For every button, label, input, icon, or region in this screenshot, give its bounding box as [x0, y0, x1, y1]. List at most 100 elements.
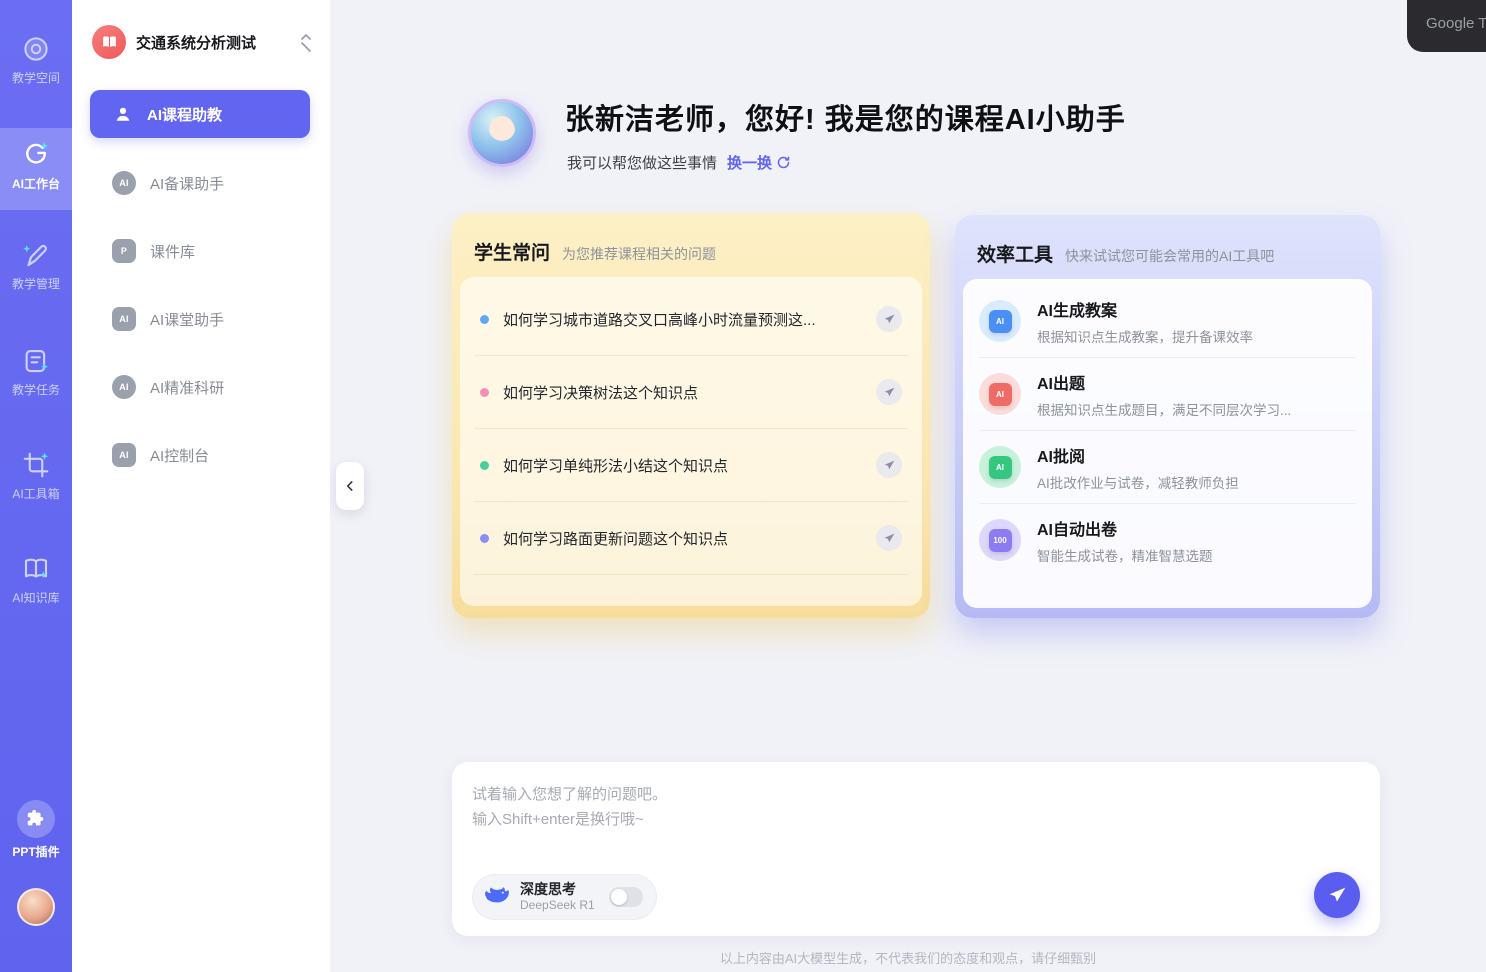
course-switch-chevrons-icon[interactable]: [298, 31, 314, 53]
ask-question-button[interactable]: [876, 452, 902, 478]
greeting-title: 张新洁老师，您好! 我是您的课程AI小助手: [565, 96, 1126, 138]
ask-question-button[interactable]: [876, 525, 902, 551]
rail-item-label: 教学空间: [12, 69, 60, 86]
ppt-plugin-label: PPT插件: [12, 843, 59, 860]
app-window: 教学空间 AI工作台 教学管理 教学任务: [0, 0, 1486, 972]
sidebar-item-label: AI课程助教: [147, 104, 222, 125]
faq-question-text: 如何学习城市道路交叉口高峰小时流量预测这...: [503, 309, 876, 330]
ask-question-button[interactable]: [876, 306, 902, 332]
sidebar-collapse-button[interactable]: [336, 462, 364, 510]
tool-item-exam-gen[interactable]: 100 AI自动出卷 智能生成试卷，精准智慧选题: [979, 504, 1356, 576]
tool-description: 根据知识点生成教案，提升备课效率: [1037, 326, 1253, 346]
user-avatar[interactable]: [17, 888, 55, 926]
bullet-dot: [480, 534, 489, 543]
sidebar-item-ai-research[interactable]: AI AI精准科研: [90, 367, 310, 407]
rail-item-teaching-task[interactable]: 教学任务: [0, 346, 72, 398]
sidebar-item-ai-console[interactable]: AI AI控制台: [90, 435, 310, 475]
faq-question-text: 如何学习路面更新问题这个知识点: [503, 528, 876, 549]
rail-item-label: 教学管理: [12, 275, 60, 292]
deep-think-pill[interactable]: 深度思考 DeepSeek R1: [472, 874, 657, 920]
faq-list: 如何学习城市道路交叉口高峰小时流量预测这... 如何学习决策树法这个知识点 如何…: [460, 277, 922, 606]
send-icon: [883, 532, 896, 545]
ai-toolbox-icon: [21, 450, 51, 480]
send-icon: [1327, 885, 1348, 906]
tool-item-grading[interactable]: AI AI批阅 AI批改作业与试卷，减轻教师负担: [979, 431, 1356, 504]
tool-title: AI出题: [1037, 370, 1291, 394]
sidebar-item-label: AI备课助手: [150, 173, 224, 194]
greeting-subtitle: 我可以帮您做这些事情: [567, 152, 717, 173]
sidebar-item-courseware-library[interactable]: P 课件库: [90, 231, 310, 271]
tool-title: AI生成教案: [1037, 297, 1253, 321]
ai-lesson-plan-icon: AI: [979, 300, 1021, 342]
refresh-icon: [776, 155, 791, 170]
sidebar-item-label: AI控制台: [150, 445, 209, 466]
sidebar-item-ai-lesson-prep[interactable]: AI AI备课助手: [90, 163, 310, 203]
course-title: 交通系统分析测试: [136, 32, 298, 53]
rail-item-label: AI工具箱: [12, 485, 59, 502]
course-sidebar: 交通系统分析测试 AI课程助教 AI AI备课助手 P 课件库 AI AI课堂助…: [72, 0, 330, 972]
ai-exam-gen-icon: 100: [979, 519, 1021, 561]
primary-rail: 教学空间 AI工作台 教学管理 教学任务: [0, 0, 72, 972]
deep-think-label: 深度思考: [520, 882, 595, 897]
message-composer[interactable]: 试着输入您想了解的问题吧。 输入Shift+enter是换行哦~ 深度思考 De…: [452, 762, 1380, 936]
course-book-icon: [92, 25, 126, 59]
shuffle-suggestions-button[interactable]: 换一换: [727, 152, 791, 173]
ai-console-icon: AI: [112, 443, 136, 467]
sidebar-item-label: 课件库: [150, 241, 195, 262]
ai-workbench-icon: [21, 140, 51, 170]
teaching-manage-icon: [21, 240, 51, 270]
ai-knowledge-icon: [21, 554, 51, 584]
tool-item-question-gen[interactable]: AI AI出题 根据知识点生成题目，满足不同层次学习...: [979, 358, 1356, 431]
course-switcher[interactable]: 交通系统分析测试: [92, 20, 314, 64]
deep-think-toggle[interactable]: [609, 887, 643, 907]
ai-lesson-prep-icon: AI: [112, 171, 136, 195]
faq-card-subtitle: 为您推荐课程相关的问题: [562, 244, 716, 264]
tool-title: AI自动出卷: [1037, 516, 1213, 540]
tool-item-lesson-plan[interactable]: AI AI生成教案 根据知识点生成教案，提升备课效率: [979, 285, 1356, 358]
send-icon: [883, 313, 896, 326]
ai-research-icon: AI: [112, 375, 136, 399]
rail-item-label: AI工作台: [12, 175, 60, 192]
person-icon: [112, 103, 134, 125]
google-translate-overlay[interactable]: Google Tr: [1407, 0, 1486, 52]
faq-card-title: 学生常问: [474, 238, 550, 265]
ai-classroom-icon: AI: [112, 307, 136, 331]
shuffle-label: 换一换: [727, 152, 772, 173]
rail-item-label: AI知识库: [12, 589, 59, 606]
rail-item-teaching-space[interactable]: 教学空间: [0, 34, 72, 86]
sidebar-item-ai-classroom[interactable]: AI AI课堂助手: [90, 299, 310, 339]
faq-question-text: 如何学习单纯形法小结这个知识点: [503, 455, 876, 476]
rail-item-ai-knowledge[interactable]: AI知识库: [0, 554, 72, 606]
faq-question-row[interactable]: 如何学习决策树法这个知识点: [474, 356, 908, 429]
bullet-dot: [480, 315, 489, 324]
sidebar-item-label: AI课堂助手: [150, 309, 224, 330]
tool-description: AI批改作业与试卷，减轻教师负担: [1037, 472, 1239, 492]
google-translate-label: Google Tr: [1426, 15, 1486, 32]
rail-item-ai-workbench[interactable]: AI工作台: [0, 140, 72, 192]
faq-question-row[interactable]: 如何学习路面更新问题这个知识点: [474, 502, 908, 575]
ask-question-button[interactable]: [876, 379, 902, 405]
tools-card-subtitle: 快来试试您可能会常用的AI工具吧: [1065, 246, 1274, 266]
send-icon: [883, 386, 896, 399]
ai-disclaimer: 以上内容由AI大模型生成，不代表我们的态度和观点，请仔细甄别: [330, 948, 1486, 967]
efficiency-tools-card: 效率工具 快来试试您可能会常用的AI工具吧 AI AI生成教案 根据知识点生成教…: [955, 215, 1380, 618]
tools-card-title: 效率工具: [977, 240, 1053, 267]
faq-question-row[interactable]: 如何学习城市道路交叉口高峰小时流量预测这...: [474, 283, 908, 356]
send-message-button[interactable]: [1314, 872, 1360, 918]
faq-question-text: 如何学习决策树法这个知识点: [503, 382, 876, 403]
ppt-plugin-icon: [17, 800, 55, 838]
rail-item-ppt-plugin[interactable]: PPT插件: [0, 800, 72, 860]
rail-item-teaching-manage[interactable]: 教学管理: [0, 240, 72, 292]
tools-list: AI AI生成教案 根据知识点生成教案，提升备课效率 AI AI出题 根据知识点…: [963, 279, 1372, 608]
tool-title: AI批阅: [1037, 443, 1239, 467]
tool-description: 智能生成试卷，精准智慧选题: [1037, 545, 1213, 565]
teaching-space-icon: [21, 34, 51, 64]
composer-placeholder[interactable]: 试着输入您想了解的问题吧。 输入Shift+enter是换行哦~: [472, 782, 667, 832]
deep-think-model: DeepSeek R1: [520, 899, 595, 912]
sidebar-item-ai-course-assistant[interactable]: AI课程助教: [90, 90, 310, 138]
rail-item-ai-toolbox[interactable]: AI工具箱: [0, 450, 72, 502]
ai-question-gen-icon: AI: [979, 373, 1021, 415]
bullet-dot: [480, 461, 489, 470]
faq-question-row[interactable]: 如何学习单纯形法小结这个知识点: [474, 429, 908, 502]
tool-description: 根据知识点生成题目，满足不同层次学习...: [1037, 399, 1291, 419]
